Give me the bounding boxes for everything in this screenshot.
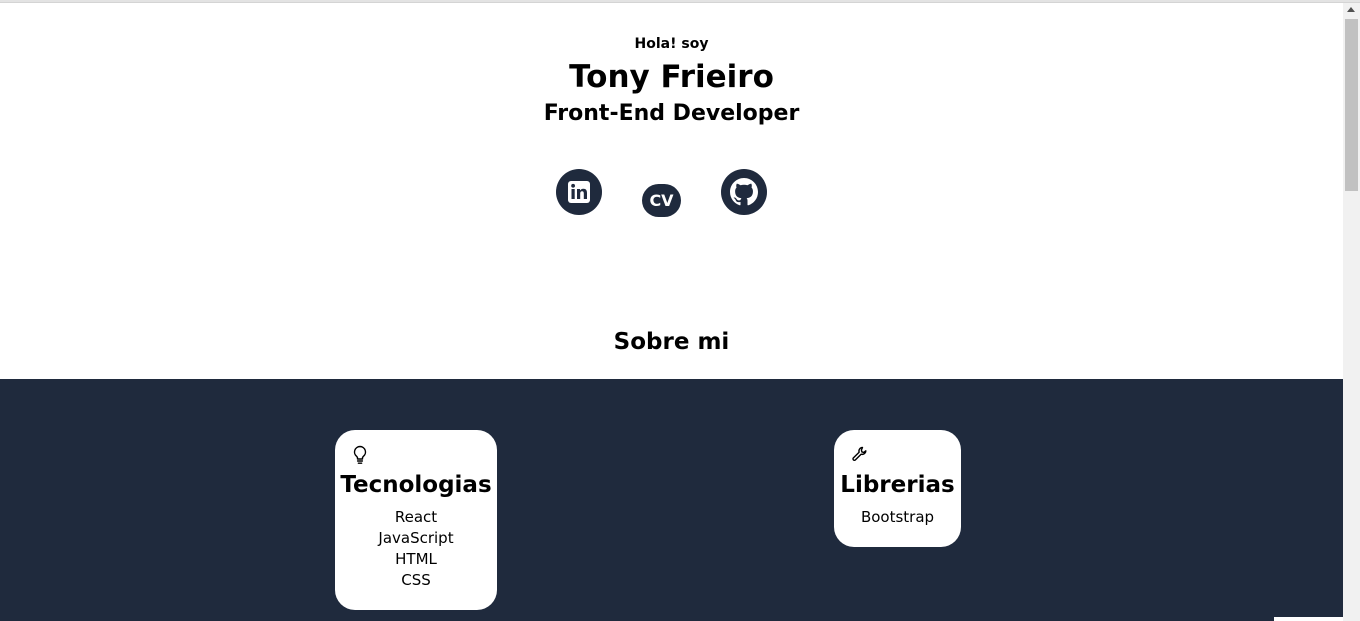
cv-label: CV (649, 191, 674, 210)
github-icon (730, 178, 758, 206)
scroll-up-arrow-icon[interactable] (1347, 7, 1355, 12)
github-link[interactable] (721, 169, 767, 215)
list-item: React (394, 508, 438, 526)
libraries-card: Librerias Bootstrap (834, 430, 961, 547)
greeting-text: Hola! soy (634, 36, 709, 52)
linkedin-link[interactable] (556, 169, 602, 215)
technologies-list: React JavaScript HTML CSS (335, 507, 497, 591)
list-item: Bootstrap (860, 508, 935, 526)
libraries-list: Bootstrap (834, 507, 961, 528)
about-title: Sobre mi (613, 329, 730, 355)
portfolio-page: Hola! soy Tony Frieiro Front-End Develop… (0, 3, 1343, 621)
skills-section: Tecnologias React JavaScript HTML CSS Li… (0, 379, 1343, 621)
list-item: JavaScript (378, 529, 454, 547)
cv-button[interactable]: CV (642, 184, 681, 217)
list-item: HTML (395, 550, 437, 568)
card-title: Librerias (840, 472, 955, 498)
developer-role: Front-End Developer (543, 101, 800, 126)
lightbulb-icon (353, 445, 367, 464)
card-title: Tecnologias (340, 472, 492, 498)
linkedin-icon (568, 181, 590, 203)
scrollbar-thumb[interactable] (1345, 19, 1358, 191)
technologies-card: Tecnologias React JavaScript HTML CSS (335, 430, 497, 610)
developer-name: Tony Frieiro (569, 59, 774, 95)
bottom-edge-strip (1274, 617, 1343, 621)
hero-section: Hola! soy Tony Frieiro Front-End Develop… (0, 3, 1343, 379)
vertical-scrollbar[interactable] (1343, 3, 1360, 621)
wrench-icon (852, 446, 867, 461)
list-item: CSS (401, 571, 431, 589)
